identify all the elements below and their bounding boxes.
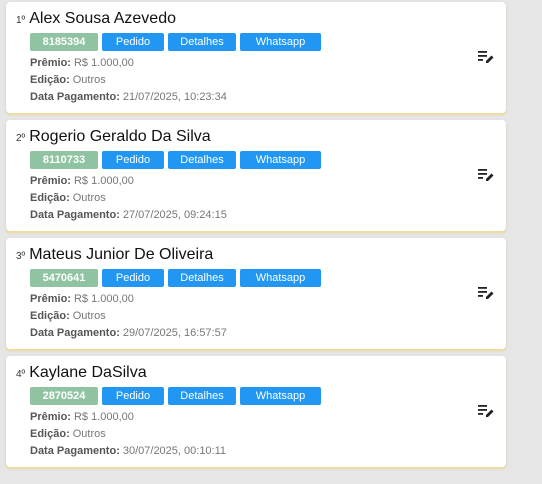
data-pagamento-label: Data Pagamento: bbox=[30, 327, 120, 339]
winner-name: Rogerio Geraldo Da Silva bbox=[29, 128, 211, 145]
premio-value: R$ 1.000,00 bbox=[73, 57, 134, 69]
edicao-value: Outros bbox=[72, 428, 106, 440]
whatsapp-button[interactable]: Whatsapp bbox=[240, 33, 321, 51]
detalhes-button[interactable]: Detalhes bbox=[168, 151, 236, 169]
whatsapp-button[interactable]: Whatsapp bbox=[240, 269, 321, 287]
ticket-code-badge: 5470641 bbox=[30, 269, 98, 287]
playlist-edit-icon[interactable] bbox=[478, 168, 494, 182]
edicao-label: Edição: bbox=[30, 74, 70, 86]
winner-actions: 2870524 Pedido Detalhes Whatsapp bbox=[30, 387, 321, 405]
data-pagamento-value: 30/07/2025, 00:10:11 bbox=[122, 445, 227, 457]
winner-actions: 8110733 Pedido Detalhes Whatsapp bbox=[30, 151, 321, 169]
premio-label: Prêmio: bbox=[30, 175, 71, 187]
edicao-row: Edição: Outros bbox=[30, 74, 106, 86]
winner-actions: 5470641 Pedido Detalhes Whatsapp bbox=[30, 269, 321, 287]
data-pagamento-row: Data Pagamento: 27/07/2025, 09:24:15 bbox=[30, 209, 227, 221]
winner-name: Mateus Junior De Oliveira bbox=[29, 246, 214, 263]
edicao-label: Edição: bbox=[30, 310, 70, 322]
edicao-row: Edição: Outros bbox=[30, 428, 106, 440]
winner-rank: 1º bbox=[16, 15, 26, 26]
winner-card: 1º Alex Sousa Azevedo 8185394 Pedido Det… bbox=[6, 2, 506, 113]
pedido-button[interactable]: Pedido bbox=[102, 269, 164, 287]
premio-label: Prêmio: bbox=[30, 57, 71, 69]
data-pagamento-label: Data Pagamento: bbox=[30, 91, 120, 103]
playlist-edit-icon[interactable] bbox=[478, 404, 494, 418]
data-pagamento-row: Data Pagamento: 29/07/2025, 16:57:57 bbox=[30, 327, 227, 339]
edicao-label: Edição: bbox=[30, 192, 70, 204]
winner-card: 2º Rogerio Geraldo Da Silva 8110733 Pedi… bbox=[6, 120, 506, 231]
edicao-label: Edição: bbox=[30, 428, 70, 440]
winner-title: 3º Mateus Junior De Oliveira bbox=[16, 246, 213, 264]
data-pagamento-value: 21/07/2025, 10:23:34 bbox=[122, 91, 227, 103]
edicao-row: Edição: Outros bbox=[30, 192, 106, 204]
winner-actions: 8185394 Pedido Detalhes Whatsapp bbox=[30, 33, 321, 51]
winner-title: 4º Kaylane DaSilva bbox=[16, 364, 147, 382]
winners-list: 1º Alex Sousa Azevedo 8185394 Pedido Det… bbox=[6, 2, 506, 474]
data-pagamento-row: Data Pagamento: 21/07/2025, 10:23:34 bbox=[30, 91, 227, 103]
edicao-value: Outros bbox=[72, 74, 106, 86]
winner-title: 1º Alex Sousa Azevedo bbox=[16, 10, 176, 28]
detalhes-button[interactable]: Detalhes bbox=[168, 269, 236, 287]
premio-label: Prêmio: bbox=[30, 293, 71, 305]
winner-title: 2º Rogerio Geraldo Da Silva bbox=[16, 128, 211, 146]
data-pagamento-label: Data Pagamento: bbox=[30, 209, 120, 221]
premio-row: Prêmio: R$ 1.000,00 bbox=[30, 411, 134, 423]
premio-row: Prêmio: R$ 1.000,00 bbox=[30, 293, 134, 305]
winner-name: Kaylane DaSilva bbox=[29, 364, 147, 381]
premio-row: Prêmio: R$ 1.000,00 bbox=[30, 175, 134, 187]
whatsapp-button[interactable]: Whatsapp bbox=[240, 151, 321, 169]
ticket-code-badge: 8110733 bbox=[30, 151, 98, 169]
detalhes-button[interactable]: Detalhes bbox=[168, 387, 236, 405]
playlist-edit-icon[interactable] bbox=[478, 50, 494, 64]
pedido-button[interactable]: Pedido bbox=[102, 387, 164, 405]
premio-value: R$ 1.000,00 bbox=[73, 175, 134, 187]
data-pagamento-row: Data Pagamento: 30/07/2025, 00:10:11 bbox=[30, 445, 226, 457]
premio-value: R$ 1.000,00 bbox=[73, 293, 134, 305]
winner-rank: 2º bbox=[16, 133, 26, 144]
winner-card: 4º Kaylane DaSilva 2870524 Pedido Detalh… bbox=[6, 356, 506, 467]
data-pagamento-label: Data Pagamento: bbox=[30, 445, 120, 457]
whatsapp-button[interactable]: Whatsapp bbox=[240, 387, 321, 405]
premio-row: Prêmio: R$ 1.000,00 bbox=[30, 57, 134, 69]
winner-rank: 4º bbox=[16, 369, 26, 380]
edicao-value: Outros bbox=[72, 192, 106, 204]
data-pagamento-value: 27/07/2025, 09:24:15 bbox=[122, 209, 227, 221]
data-pagamento-value: 29/07/2025, 16:57:57 bbox=[122, 327, 227, 339]
detalhes-button[interactable]: Detalhes bbox=[168, 33, 236, 51]
ticket-code-badge: 2870524 bbox=[30, 387, 98, 405]
winner-card: 3º Mateus Junior De Oliveira 5470641 Ped… bbox=[6, 238, 506, 349]
winner-name: Alex Sousa Azevedo bbox=[29, 10, 176, 27]
ticket-code-badge: 8185394 bbox=[30, 33, 98, 51]
winner-rank: 3º bbox=[16, 251, 26, 262]
edicao-row: Edição: Outros bbox=[30, 310, 106, 322]
pedido-button[interactable]: Pedido bbox=[102, 151, 164, 169]
edicao-value: Outros bbox=[72, 310, 106, 322]
premio-value: R$ 1.000,00 bbox=[73, 411, 134, 423]
pedido-button[interactable]: Pedido bbox=[102, 33, 164, 51]
premio-label: Prêmio: bbox=[30, 411, 71, 423]
playlist-edit-icon[interactable] bbox=[478, 286, 494, 300]
